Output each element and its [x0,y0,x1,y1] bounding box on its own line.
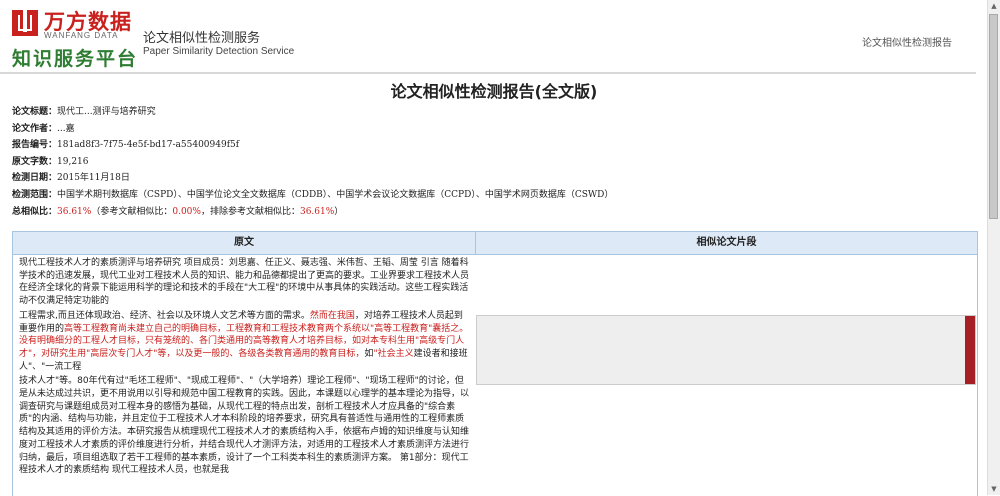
similar-fragment[interactable]: "社会主义 [373,349,413,359]
original-paragraph: 现代工程技术人才的素质测评与培养研究 项目成员：刘思嘉、任正义、聂志强、米伟哲、… [19,258,470,307]
plain-text: 工程需求,而且还体现政治、经济、社会以及环境人文艺术等方面的需求。 [19,310,310,321]
similarity-exclude-value: 36.61% [299,206,335,217]
meta-similarity-row: 总相似比：36.61%（参考文献相似比：0.00%，排除参考文献相似比：36.6… [12,204,972,221]
meta-wordcount-row: 原文字数：19,216 [12,154,972,171]
similarity-ref-text: （参考文献相似比： [91,206,173,217]
scroll-down-icon[interactable]: ▼ [988,483,1000,495]
meta-value: 181ad8f3-7f75-4e5f-bd17-a55400949f5f [57,140,240,151]
similar-fragment-panel[interactable] [476,315,976,385]
report-link[interactable]: 论文相似性检测报告 [862,34,952,49]
meta-label: 检测日期： [12,173,58,184]
original-text: 现代工程技术人才的素质测评与培养研究 项目成员：刘思嘉、任正义、聂志强、米伟哲、… [19,257,469,479]
wanfang-logo-icon[interactable] [12,10,38,36]
service-title-en: Paper Similarity Detection Service [143,46,295,57]
similar-fragment[interactable]: 然而在我国 [310,311,355,321]
similarity-label: 总相似比： [12,206,58,217]
scroll-up-icon[interactable]: ▲ [988,0,1000,12]
similarity-exclude-text: ，排除参考文献相似比： [200,206,300,217]
meta-label: 检测范围： [12,189,58,200]
meta-scope-row: 检测范围：中国学术期刊数据库（CSPD）、中国学位论文全文数据库（CDDB）、中… [12,187,972,204]
vertical-scrollbar[interactable]: ▲ ▼ [987,0,1000,495]
comparison-table: 原文 相似论文片段 现代工程技术人才的素质测评与培养研究 项目成员：刘思嘉、任正… [12,231,978,496]
report-meta: 论文标题：现代工...测评与培养研究 论文作者：...嘉 报告编号：181ad8… [12,104,972,220]
similarity-bar [965,316,975,384]
meta-value: 19,216 [57,156,89,167]
similarity-total: 36.61% [57,206,92,217]
report-title: 论文相似性检测报告(全文版) [390,82,598,101]
meta-value: ...嘉 [57,123,75,134]
header-divider [0,72,976,74]
original-paragraph: 技术人才"等。80年代有过"毛坯工程师"、"现成工程师"、"（大学培养）理论工程… [19,376,470,476]
similarity-ref-value: 0.00% [172,206,201,217]
scroll-thumb[interactable] [989,14,998,219]
meta-value: 中国学术期刊数据库（CSPD）、中国学位论文全文数据库（CDDB）、中国学术会议… [57,189,614,200]
meta-value: 2015年11月18日 [57,173,130,184]
meta-label: 报告编号： [12,140,58,151]
original-paragraph-highlighted[interactable]: 工程需求,而且还体现政治、经济、社会以及环境人文艺术等方面的需求。然而在我国，对… [19,310,469,374]
meta-label: 论文标题： [12,107,58,117]
original-column-header: 原文 [13,232,476,255]
meta-value: 现代工...测评与培养研究 [57,107,156,117]
platform-name: 知识服务平台 [12,48,139,70]
brand-name-en: WANFANG DATA [44,31,119,40]
meta-id-row: 报告编号：181ad8f3-7f75-4e5f-bd17-a55400949f5… [12,137,972,154]
service-title: 论文相似性检测服务 [143,31,261,46]
meta-label: 论文作者： [12,123,58,134]
meta-author-row: 论文作者：...嘉 [12,121,972,138]
meta-title-row: 论文标题：现代工...测评与培养研究 [12,104,972,121]
similarity-end: ） [334,206,344,217]
header: 万方数据 WANFANG DATA 知识服务平台 论文相似性检测服务 Paper… [0,0,988,72]
meta-label: 原文字数： [12,156,58,167]
meta-date-row: 检测日期：2015年11月18日 [12,170,972,187]
similar-column-header: 相似论文片段 [476,232,977,255]
